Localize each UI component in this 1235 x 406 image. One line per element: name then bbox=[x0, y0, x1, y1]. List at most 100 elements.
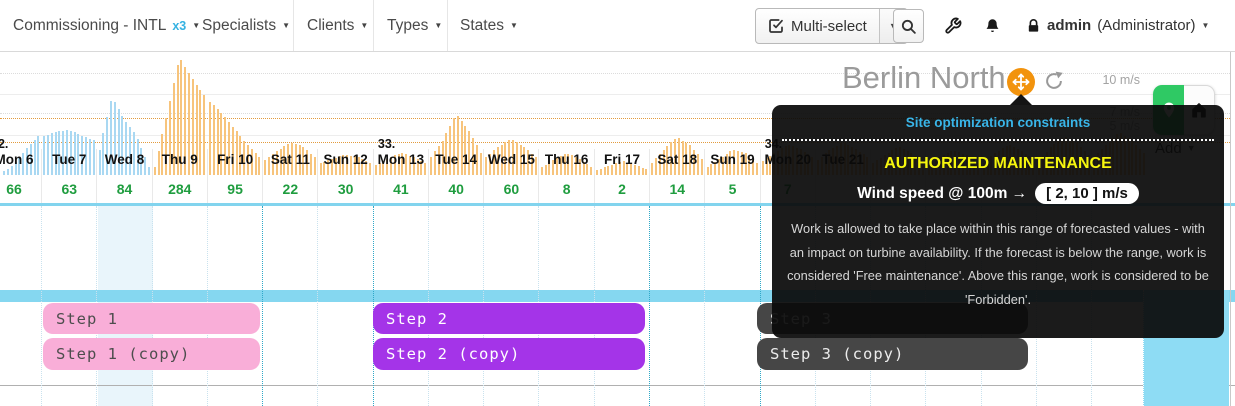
histogram-bar bbox=[154, 167, 156, 175]
site-constraints-tooltip: Site optimization constraints AUTHORIZED… bbox=[772, 105, 1224, 338]
search-button[interactable] bbox=[893, 9, 924, 43]
nav-separator bbox=[373, 0, 374, 51]
date-label: Mon 13 bbox=[373, 152, 429, 167]
page-title: Berlin North bbox=[842, 60, 1006, 96]
menu-clients[interactable]: Clients ▼ bbox=[307, 0, 368, 51]
histogram-bar bbox=[607, 166, 609, 175]
caret-down-icon: ▼ bbox=[1202, 22, 1210, 30]
date-label: Wed 15 bbox=[483, 152, 539, 167]
histogram-bar bbox=[642, 168, 644, 175]
gantt-bar[interactable]: Step 2 (copy) bbox=[373, 338, 645, 370]
histogram-bar bbox=[707, 167, 709, 175]
week-number-label: 33. bbox=[378, 137, 395, 151]
menu-specialists[interactable]: Specialists ▼ bbox=[202, 0, 290, 51]
gantt-bar[interactable]: Step 3 (copy) bbox=[757, 338, 1028, 370]
tooltip-heading: AUTHORIZED MAINTENANCE bbox=[772, 155, 1224, 173]
menu-label: Commissioning - INTL bbox=[13, 17, 166, 35]
weekend-gridline bbox=[262, 206, 263, 406]
share-site-button[interactable] bbox=[1043, 70, 1065, 92]
histogram-bar bbox=[7, 169, 9, 175]
move-site-button[interactable] bbox=[1007, 68, 1035, 96]
multi-select-button: Multi-select ▼ bbox=[755, 8, 908, 44]
move-icon bbox=[1012, 73, 1030, 91]
check-square-icon bbox=[768, 18, 784, 34]
wrench-icon bbox=[944, 17, 962, 35]
day-count: 2 bbox=[594, 181, 650, 197]
date-label: Wed 8 bbox=[97, 152, 153, 167]
menu-types[interactable]: Types ▼ bbox=[387, 0, 442, 51]
histogram-bar bbox=[645, 169, 647, 175]
constraint-label: Wind speed @ 100m → bbox=[857, 185, 1027, 202]
menu-states[interactable]: States ▼ bbox=[460, 0, 518, 51]
caret-down-icon: ▼ bbox=[282, 22, 290, 30]
gantt-bar[interactable]: Step 2 bbox=[373, 303, 645, 334]
tooltip-arrow bbox=[1010, 94, 1032, 105]
menu-label: Clients bbox=[307, 17, 354, 35]
caret-down-icon: ▼ bbox=[360, 22, 368, 30]
histogram-bar bbox=[596, 170, 598, 175]
share-icon bbox=[1043, 70, 1065, 92]
count-badge: x3 bbox=[172, 19, 186, 33]
app-window: 10 m/s7 m/s5 m/s Berlin North bbox=[0, 0, 1235, 406]
top-nav: Commissioning - INTL x3 ▼ Specialists ▼ … bbox=[0, 0, 1235, 52]
weekend-gridline bbox=[373, 206, 374, 406]
day-count: 40 bbox=[428, 181, 484, 197]
nav-separator bbox=[447, 0, 448, 51]
menu-label: Specialists bbox=[202, 17, 276, 35]
day-count: 41 bbox=[373, 181, 429, 197]
histogram-bar bbox=[464, 126, 466, 175]
histogram-bar bbox=[600, 169, 602, 175]
day-gridline bbox=[704, 206, 705, 406]
day-gridline bbox=[41, 206, 42, 406]
multi-select-main[interactable]: Multi-select bbox=[756, 9, 879, 43]
day-count: 22 bbox=[262, 181, 318, 197]
date-label: Tue 7 bbox=[41, 152, 97, 167]
histogram-bar bbox=[11, 166, 13, 175]
user-role: (Administrator) bbox=[1097, 17, 1195, 34]
notifications-button[interactable] bbox=[984, 0, 1001, 51]
gantt-bar[interactable]: Step 1 bbox=[43, 303, 260, 334]
histogram-bar bbox=[541, 167, 543, 175]
day-count: 284 bbox=[152, 181, 208, 197]
date-label: Tue 14 bbox=[428, 152, 484, 167]
day-count: 60 bbox=[483, 181, 539, 197]
day-count: 8 bbox=[539, 181, 595, 197]
constraint-line: Wind speed @ 100m →[ 2, 10 ] m/s bbox=[772, 183, 1224, 204]
date-label: Sat 11 bbox=[262, 152, 318, 167]
histogram-bar bbox=[449, 126, 451, 175]
day-count: 84 bbox=[97, 181, 153, 197]
day-count: 5 bbox=[705, 181, 761, 197]
user-menu[interactable]: admin (Administrator) ▼ bbox=[1026, 0, 1209, 51]
lock-icon bbox=[1026, 18, 1041, 34]
tooltip-body: Work is allowed to take place within thi… bbox=[783, 217, 1213, 311]
histogram-bar bbox=[129, 127, 131, 175]
date-label: Mon 6 bbox=[0, 152, 42, 167]
date-label: Sun 19 bbox=[705, 152, 761, 167]
menu-label: States bbox=[460, 17, 504, 35]
weekend-gridline bbox=[649, 206, 650, 406]
histogram-bar bbox=[590, 167, 592, 175]
caret-down-icon: ▼ bbox=[510, 22, 518, 30]
histogram-bar bbox=[148, 167, 150, 175]
menu-label: Types bbox=[387, 17, 428, 35]
settings-button[interactable] bbox=[944, 0, 962, 51]
user-name: admin bbox=[1047, 17, 1091, 34]
histogram-bar bbox=[228, 122, 230, 175]
histogram-bar bbox=[3, 171, 5, 175]
day-count: 14 bbox=[649, 181, 705, 197]
date-label: Fri 10 bbox=[207, 152, 263, 167]
axis-tick-label: 10 m/s bbox=[1080, 73, 1140, 87]
date-label: Thu 9 bbox=[152, 152, 208, 167]
day-count: 66 bbox=[0, 181, 42, 197]
multi-select-label: Multi-select bbox=[791, 18, 867, 35]
gantt-bar[interactable]: Step 1 (copy) bbox=[43, 338, 260, 370]
day-count: 95 bbox=[207, 181, 263, 197]
date-label: Fri 17 bbox=[594, 152, 650, 167]
menu-commissioning[interactable]: Commissioning - INTL x3 ▼ bbox=[13, 0, 200, 51]
date-label: Sun 12 bbox=[318, 152, 374, 167]
date-label: Sat 18 bbox=[649, 152, 705, 167]
caret-down-icon: ▼ bbox=[192, 22, 200, 30]
histogram-bar bbox=[638, 166, 640, 175]
search-icon bbox=[900, 18, 917, 35]
day-count: 63 bbox=[41, 181, 97, 197]
